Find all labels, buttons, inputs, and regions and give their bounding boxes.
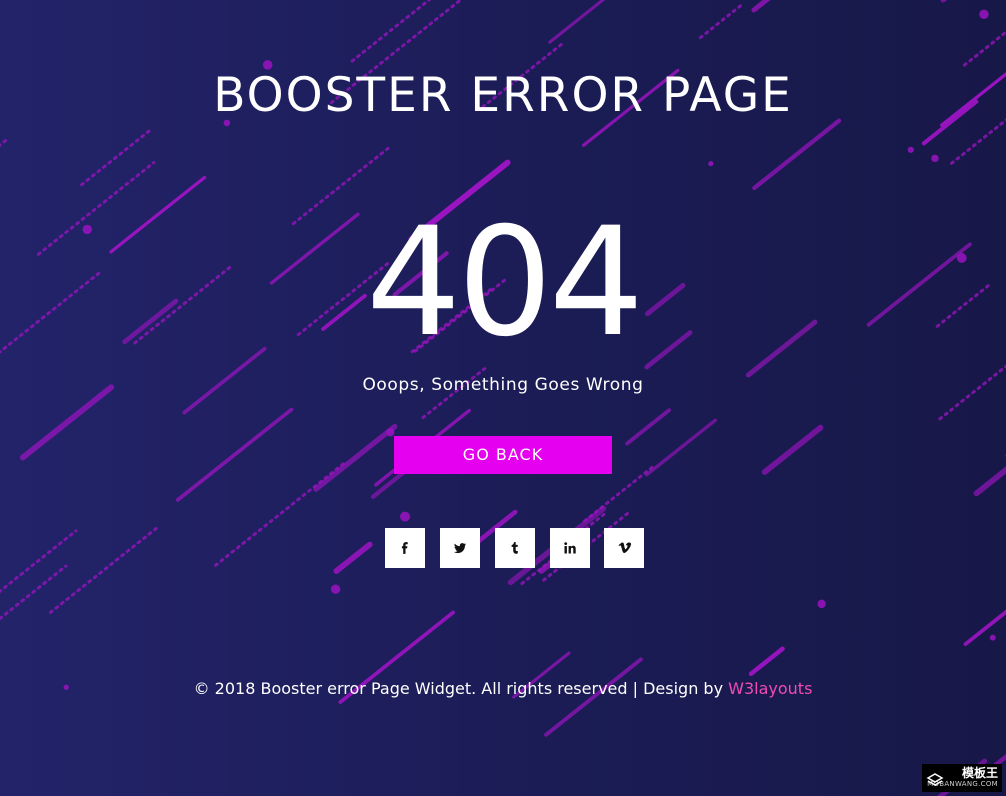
tumblr-link[interactable] — [495, 528, 535, 568]
error-message: Ooops, Something Goes Wrong — [362, 375, 644, 395]
go-back-button[interactable]: GO BACK — [394, 436, 612, 474]
linkedin-link[interactable] — [550, 528, 590, 568]
facebook-icon — [401, 542, 408, 554]
watermark-top: 模板王 — [961, 766, 998, 780]
error-code: 404 — [365, 196, 644, 370]
watermark: 模板王 MOBANWANG.COM — [922, 764, 1002, 792]
vimeo-link[interactable] — [604, 528, 644, 568]
vimeo-icon — [618, 542, 631, 553]
facebook-link[interactable] — [385, 528, 425, 568]
footer-text: © 2018 Booster error Page Widget. All ri… — [193, 679, 729, 698]
twitter-link[interactable] — [440, 528, 480, 568]
footer-link[interactable]: W3layouts — [728, 679, 812, 698]
social-links — [385, 528, 645, 568]
tumblr-icon — [511, 542, 518, 554]
watermark-logo-icon — [926, 773, 944, 786]
footer: © 2018 Booster error Page Widget. All ri… — [0, 678, 1006, 700]
linkedin-icon — [564, 542, 576, 554]
page-title: BOOSTER ERROR PAGE — [213, 68, 793, 123]
twitter-icon — [454, 543, 466, 554]
